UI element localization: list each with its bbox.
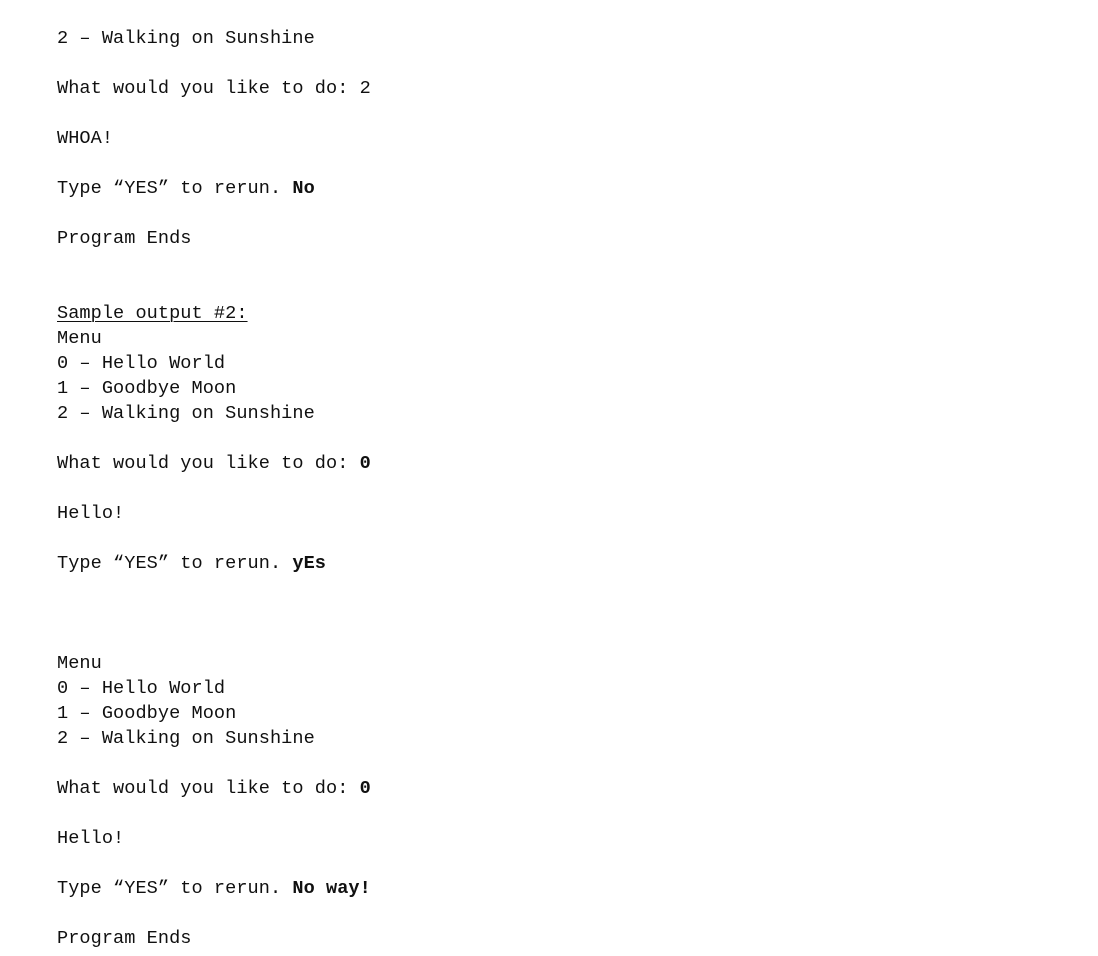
- prompt-user-value: 0: [359, 453, 371, 474]
- rerun-prompt-label: Type “YES” to rerun.: [57, 553, 293, 574]
- prompt-line: What would you like to do: 0: [57, 776, 1057, 801]
- prompt-label: What would you like to do:: [57, 778, 360, 799]
- rerun-user-value: No: [292, 178, 315, 199]
- sample-output-2-heading-text: Sample output #2:: [57, 303, 248, 324]
- rerun-prompt-line: Type “YES” to rerun. No way!: [57, 876, 1057, 901]
- rerun-prompt-line: Type “YES” to rerun. No: [57, 176, 1057, 201]
- prompt-user-value: 2: [359, 78, 371, 99]
- prompt-user-value: 0: [359, 778, 371, 799]
- prompt-line: What would you like to do: 0: [57, 451, 1057, 476]
- menu-item-line: 2 – Walking on Sunshine: [57, 728, 315, 749]
- sample-output-transcript: 2 – Walking on Sunshine What would you l…: [57, 26, 1057, 951]
- menu-item-line: 1 – Goodbye Moon: [57, 703, 237, 724]
- menu-item-line: 2 – Walking on Sunshine: [57, 403, 315, 424]
- menu-item-line: 0 – Hello World: [57, 678, 226, 699]
- menu-item-line: 2 – Walking on Sunshine: [57, 28, 315, 49]
- prompt-line: What would you like to do: 2: [57, 76, 1057, 101]
- rerun-prompt-label: Type “YES” to rerun.: [57, 178, 293, 199]
- program-response-line: WHOA!: [57, 128, 114, 149]
- menu-item-line: 1 – Goodbye Moon: [57, 378, 237, 399]
- document-page: 2 – Walking on Sunshine What would you l…: [0, 0, 1098, 956]
- program-ends-line: Program Ends: [57, 228, 192, 249]
- prompt-label: What would you like to do:: [57, 78, 360, 99]
- rerun-prompt-label: Type “YES” to rerun.: [57, 878, 293, 899]
- program-response-line: Hello!: [57, 503, 125, 524]
- menu-title: Menu: [57, 653, 102, 674]
- program-response-line: Hello!: [57, 828, 125, 849]
- prompt-label: What would you like to do:: [57, 453, 360, 474]
- program-ends-line: Program Ends: [57, 928, 192, 949]
- rerun-user-value: yEs: [292, 553, 326, 574]
- rerun-user-value: No way!: [292, 878, 371, 899]
- rerun-prompt-line: Type “YES” to rerun. yEs: [57, 551, 1057, 576]
- menu-item-line: 0 – Hello World: [57, 353, 226, 374]
- menu-title: Menu: [57, 328, 102, 349]
- sample-output-2-heading: Sample output #2:: [57, 301, 1057, 326]
